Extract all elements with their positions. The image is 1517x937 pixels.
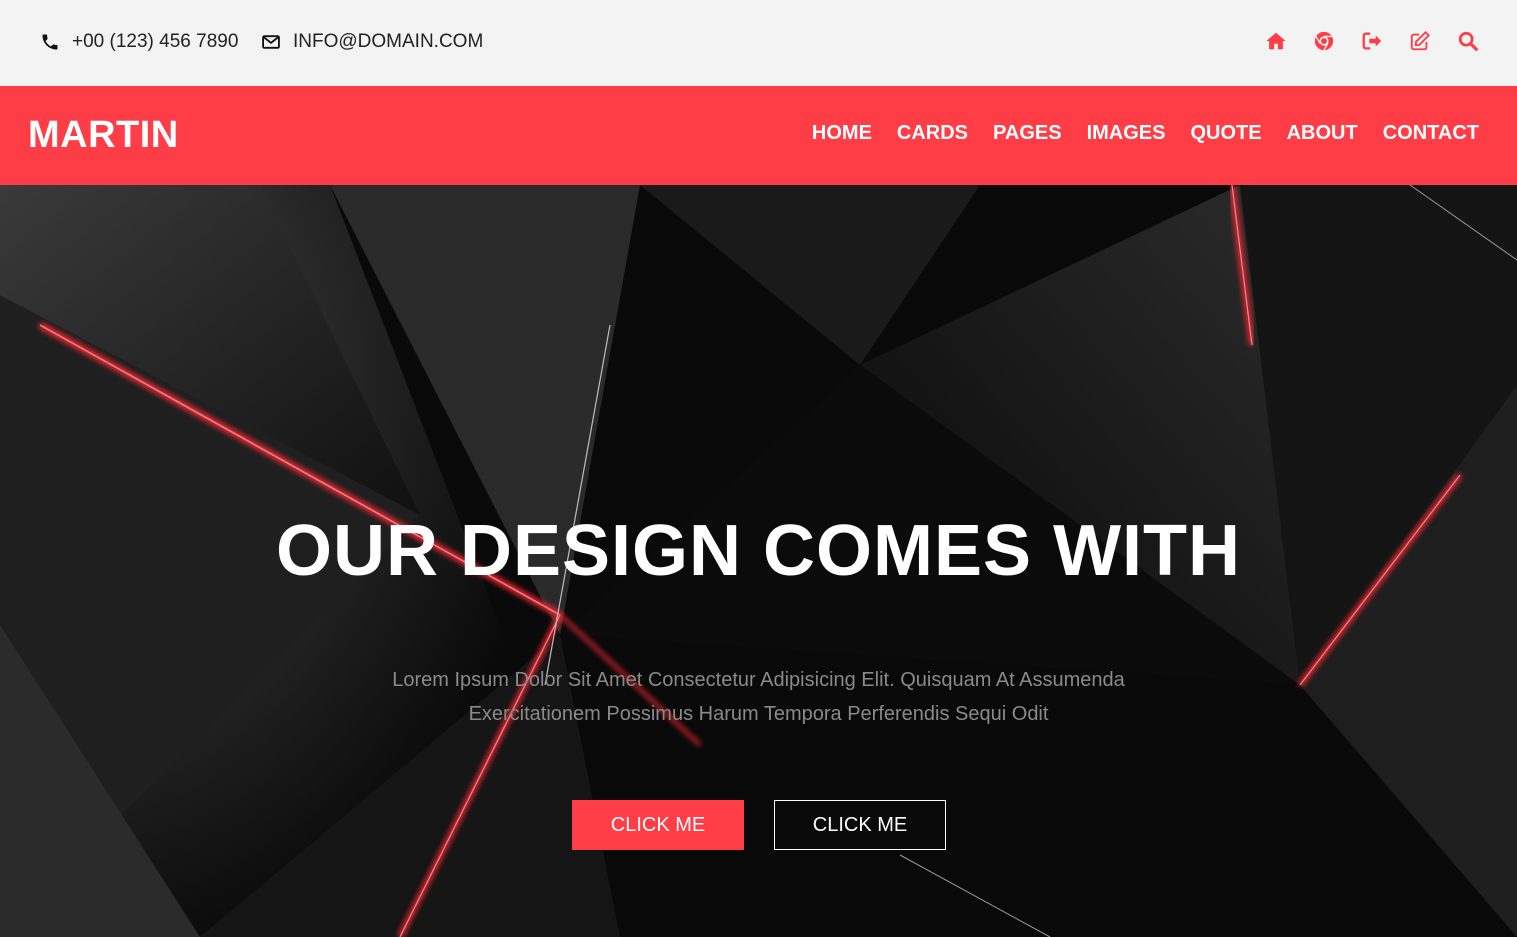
nav-item-home[interactable]: HOME (812, 122, 872, 145)
nav-item-contact[interactable]: CONTACT (1383, 122, 1479, 145)
top-icon-bar (1265, 30, 1479, 52)
phone-icon (42, 34, 58, 50)
nav-item-cards[interactable]: CARDS (897, 122, 968, 145)
chrome-icon[interactable] (1313, 30, 1335, 52)
main-navbar: MARTIN HOME CARDS PAGES IMAGES QUOTE ABO… (0, 86, 1517, 185)
phone-number: +00 (123) 456 7890 (72, 31, 239, 52)
nav-item-about[interactable]: ABOUT (1287, 122, 1358, 145)
nav-item-pages[interactable]: PAGES (993, 122, 1062, 145)
brand-logo[interactable]: MARTIN (28, 114, 179, 157)
edit-icon[interactable] (1409, 30, 1431, 52)
hero-subtext: Lorem Ipsum Dolor Sit Amet Consectetur A… (0, 663, 1517, 731)
phone-contact[interactable]: +00 (123) 456 7890 (40, 30, 238, 54)
nav-item-images[interactable]: IMAGES (1087, 122, 1166, 145)
hero-subtext-line-1: Lorem Ipsum Dolor Sit Amet Consectetur A… (392, 669, 1125, 691)
secondary-cta-button[interactable]: CLICK ME (774, 800, 946, 850)
nav-menu: HOME CARDS PAGES IMAGES QUOTE ABOUT CONT… (812, 122, 1479, 145)
hero-subtext-line-2: Exercitationem Possimus Harum Tempora Pe… (468, 703, 1049, 725)
email-address: INFO@DOMAIN.COM (293, 31, 484, 52)
home-icon[interactable] (1265, 30, 1287, 52)
top-contact-bar: +00 (123) 456 7890 INFO@DOMAIN.COM (0, 0, 1517, 86)
nav-item-quote[interactable]: QUOTE (1190, 122, 1261, 145)
sign-out-icon[interactable] (1361, 30, 1383, 52)
search-icon[interactable] (1457, 30, 1479, 52)
email-contact[interactable]: INFO@DOMAIN.COM (261, 30, 483, 54)
hero-headline: OUR DESIGN COMES WITH (275, 511, 1241, 591)
primary-cta-button[interactable]: CLICK ME (572, 800, 744, 850)
envelope-icon (262, 35, 280, 49)
hero-section: OUR DESIGN COMES WITH Lorem Ipsum Dolor … (0, 185, 1517, 937)
